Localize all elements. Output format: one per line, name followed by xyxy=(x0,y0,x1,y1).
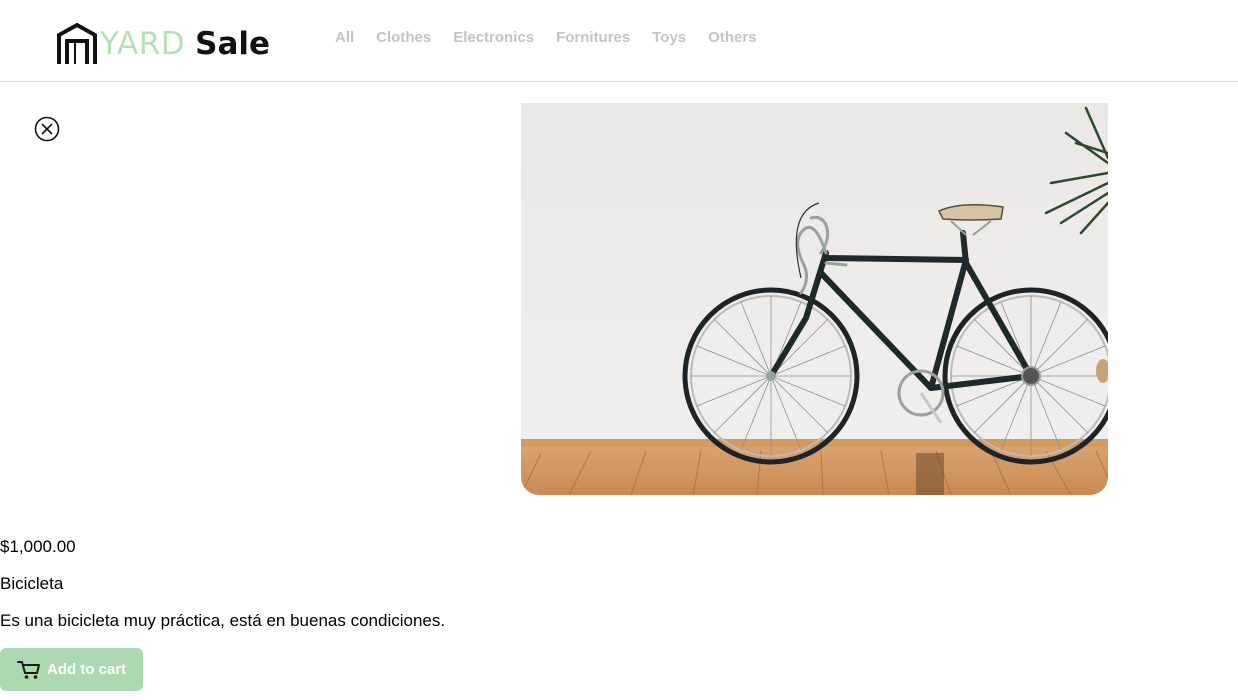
logo-text-yard: YARD xyxy=(100,26,186,62)
product-description: Es una bicicleta muy práctica, está en b… xyxy=(0,611,446,630)
nav-link-electronics[interactable]: Electronics xyxy=(453,29,534,46)
nav-link-others[interactable]: Others xyxy=(708,29,756,46)
product-price: $1,000.00 xyxy=(0,537,76,556)
yard-sale-logo[interactable]: YARD Sale xyxy=(56,22,270,66)
close-button[interactable] xyxy=(34,116,60,142)
add-to-cart-button[interactable]: Add to cart xyxy=(0,648,143,691)
top-navbar: YARD Sale All Clothes Electronics Fornit… xyxy=(0,0,1238,82)
logo-text-sale: Sale xyxy=(195,26,271,62)
category-nav: All Clothes Electronics Fornitures Toys … xyxy=(335,29,779,46)
cart-icon xyxy=(17,660,40,679)
product-image xyxy=(521,103,1108,495)
close-circle-icon xyxy=(34,116,60,142)
nav-link-all[interactable]: All xyxy=(335,29,354,46)
nav-link-clothes[interactable]: Clothes xyxy=(376,29,431,46)
product-name: Bicicleta xyxy=(0,574,64,593)
garage-icon xyxy=(57,22,97,64)
nav-link-fornitures[interactable]: Fornitures xyxy=(556,29,630,46)
bicycle-photo xyxy=(521,103,1108,495)
add-to-cart-label: Add to cart xyxy=(47,661,127,678)
nav-link-toys[interactable]: Toys xyxy=(652,29,686,46)
